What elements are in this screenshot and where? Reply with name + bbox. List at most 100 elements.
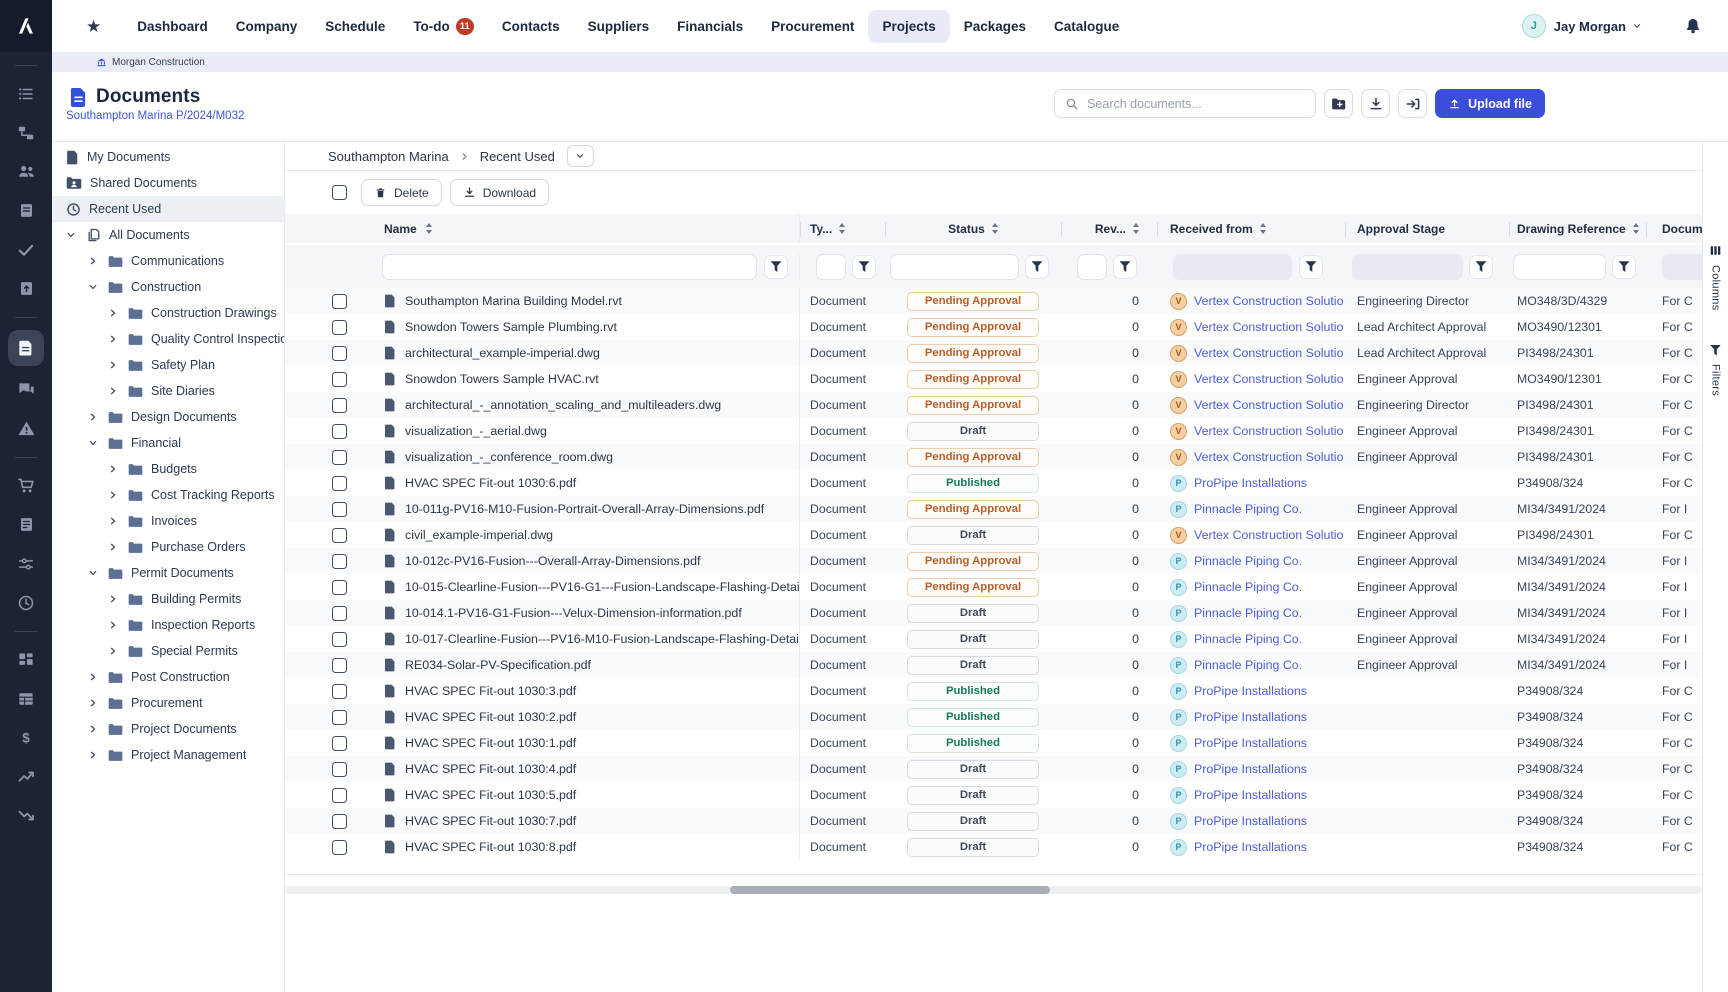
tree-item-invoices[interactable]: Invoices — [52, 508, 284, 534]
tree-item-special-permits[interactable]: Special Permits — [52, 638, 284, 664]
row-name-cell[interactable]: HVAC SPEC Fit-out 1030:7.pdf — [362, 808, 800, 834]
filter-funnel-button[interactable] — [1612, 255, 1636, 279]
column-header-doc[interactable]: Docum — [1646, 214, 1702, 243]
chevron-right-icon[interactable] — [108, 516, 128, 526]
user-avatar[interactable]: J — [1522, 14, 1546, 38]
scrollbar-thumb[interactable] — [730, 886, 1050, 894]
sidebar-icon-trend-down-icon[interactable] — [0, 796, 52, 835]
row-checkbox[interactable] — [332, 736, 347, 751]
table-row[interactable]: Snowdon Towers Sample HVAC.rvtDocumentPe… — [285, 366, 1702, 392]
row-name-cell[interactable]: visualization_-_conference_room.dwg — [362, 444, 800, 470]
row-name-cell[interactable]: Southampton Marina Building Model.rvt — [362, 288, 800, 314]
brand-logo[interactable] — [0, 0, 52, 52]
supplier-link[interactable]: Pinnacle Piping Co. — [1194, 632, 1302, 646]
row-checkbox[interactable] — [332, 554, 347, 569]
table-row[interactable]: HVAC SPEC Fit-out 1030:1.pdfDocumentPubl… — [285, 730, 1702, 756]
document-name[interactable]: 10-015-Clearline-Fusion---PV16-G1---Fusi… — [405, 580, 800, 594]
chevron-right-icon[interactable] — [88, 724, 108, 734]
filter-funnel-button[interactable] — [1113, 255, 1137, 279]
sort-icon[interactable] — [839, 223, 845, 234]
filter-input[interactable] — [816, 254, 846, 280]
document-name[interactable]: architectural_-_annotation_scaling_and_m… — [405, 398, 721, 412]
column-header-appr[interactable]: Approval Stage — [1345, 214, 1509, 243]
table-row[interactable]: visualization_-_conference_room.dwgDocum… — [285, 444, 1702, 470]
supplier-link[interactable]: ProPipe Installations — [1194, 476, 1307, 490]
document-name[interactable]: 10-014.1-PV16-G1-Fusion---Velux-Dimensio… — [405, 606, 742, 620]
table-row[interactable]: 10-011g-PV16-M10-Fusion-Portrait-Overall… — [285, 496, 1702, 522]
document-name[interactable]: HVAC SPEC Fit-out 1030:6.pdf — [405, 476, 576, 490]
chevron-right-icon[interactable] — [108, 646, 128, 656]
column-header-type[interactable]: Ty... — [800, 214, 885, 243]
row-name-cell[interactable]: 10-015-Clearline-Fusion---PV16-G1---Fusi… — [362, 574, 800, 600]
supplier-link[interactable]: Pinnacle Piping Co. — [1194, 606, 1302, 620]
column-header-recv[interactable]: Received from — [1157, 214, 1345, 243]
tree-item-safety-plan[interactable]: Safety Plan — [52, 352, 284, 378]
supplier-link[interactable]: ProPipe Installations — [1194, 840, 1307, 854]
chevron-down-icon[interactable] — [88, 438, 108, 448]
nav-item-contacts[interactable]: Contacts — [488, 10, 574, 43]
row-name-cell[interactable]: Snowdon Towers Sample Plumbing.rvt — [362, 314, 800, 340]
table-row[interactable]: 10-015-Clearline-Fusion---PV16-G1---Fusi… — [285, 574, 1702, 600]
nav-item-to-do[interactable]: To-do11 — [399, 9, 488, 44]
sort-icon[interactable] — [992, 223, 998, 234]
chevron-right-icon[interactable] — [108, 620, 128, 630]
download-button[interactable]: Download — [450, 179, 549, 206]
supplier-link[interactable]: Pinnacle Piping Co. — [1194, 554, 1302, 568]
columns-panel-button[interactable]: Columns — [1709, 244, 1722, 311]
column-header-name[interactable]: Name — [362, 214, 800, 243]
sidebar-icon-cart-icon[interactable] — [0, 466, 52, 505]
table-row[interactable]: HVAC SPEC Fit-out 1030:4.pdfDocumentDraf… — [285, 756, 1702, 782]
sidebar-icon-users-icon[interactable] — [0, 152, 52, 191]
nav-item-financials[interactable]: Financials — [663, 10, 757, 43]
sort-icon[interactable] — [1133, 223, 1139, 234]
sidebar-icon-file-up-icon[interactable] — [0, 269, 52, 308]
row-checkbox[interactable] — [332, 320, 347, 335]
tree-item-design-documents[interactable]: Design Documents — [52, 404, 284, 430]
row-name-cell[interactable]: HVAC SPEC Fit-out 1030:1.pdf — [362, 730, 800, 756]
row-name-cell[interactable]: RE034-Solar-PV-Specification.pdf — [362, 652, 800, 678]
row-name-cell[interactable]: HVAC SPEC Fit-out 1030:4.pdf — [362, 756, 800, 782]
breadcrumb-current-folder[interactable]: Recent Used — [480, 149, 555, 164]
row-checkbox[interactable] — [332, 762, 347, 777]
table-row[interactable]: architectural_-_annotation_scaling_and_m… — [285, 392, 1702, 418]
document-name[interactable]: visualization_-_aerial.dwg — [405, 424, 547, 438]
row-checkbox[interactable] — [332, 684, 347, 699]
supplier-link[interactable]: ProPipe Installations — [1194, 710, 1307, 724]
sidebar-icon-check-icon[interactable] — [0, 230, 52, 269]
upload-file-button[interactable]: Upload file — [1435, 89, 1545, 118]
new-folder-button[interactable] — [1324, 89, 1353, 118]
document-name[interactable]: HVAC SPEC Fit-out 1030:2.pdf — [405, 710, 576, 724]
document-name[interactable]: 10-011g-PV16-M10-Fusion-Portrait-Overall… — [405, 502, 764, 516]
row-checkbox[interactable] — [332, 372, 347, 387]
table-row[interactable]: HVAC SPEC Fit-out 1030:8.pdfDocumentDraf… — [285, 834, 1702, 860]
tree-item-my-documents[interactable]: My Documents — [52, 144, 284, 170]
row-checkbox[interactable] — [332, 294, 347, 309]
sidebar-icon-invoice-icon[interactable] — [0, 505, 52, 544]
supplier-link[interactable]: ProPipe Installations — [1194, 762, 1307, 776]
filters-panel-button[interactable]: Filters — [1710, 345, 1722, 396]
row-checkbox[interactable] — [332, 606, 347, 621]
filter-funnel-button[interactable] — [1469, 255, 1493, 279]
row-name-cell[interactable]: visualization_-_aerial.dwg — [362, 418, 800, 444]
row-checkbox[interactable] — [332, 398, 347, 413]
sidebar-icon-list-icon[interactable] — [0, 74, 52, 113]
tree-item-procurement[interactable]: Procurement — [52, 690, 284, 716]
document-name[interactable]: HVAC SPEC Fit-out 1030:5.pdf — [405, 788, 576, 802]
tree-item-permit-documents[interactable]: Permit Documents — [52, 560, 284, 586]
row-name-cell[interactable]: HVAC SPEC Fit-out 1030:2.pdf — [362, 704, 800, 730]
supplier-link[interactable]: Vertex Construction Solutio — [1194, 372, 1343, 386]
row-checkbox[interactable] — [332, 788, 347, 803]
row-name-cell[interactable]: HVAC SPEC Fit-out 1030:5.pdf — [362, 782, 800, 808]
row-checkbox[interactable] — [332, 580, 347, 595]
sidebar-icon-grid-icon[interactable] — [0, 640, 52, 679]
row-name-cell[interactable]: HVAC SPEC Fit-out 1030:3.pdf — [362, 678, 800, 704]
chevron-right-icon[interactable] — [88, 750, 108, 760]
nav-item-company[interactable]: Company — [222, 10, 312, 43]
folder-dropdown-button[interactable] — [567, 145, 594, 167]
row-checkbox[interactable] — [332, 502, 347, 517]
chevron-right-icon[interactable] — [108, 386, 128, 396]
chevron-right-icon[interactable] — [108, 464, 128, 474]
sidebar-icon-trend-up-icon[interactable] — [0, 757, 52, 796]
document-name[interactable]: Southampton Marina Building Model.rvt — [405, 294, 622, 308]
row-checkbox[interactable] — [332, 450, 347, 465]
